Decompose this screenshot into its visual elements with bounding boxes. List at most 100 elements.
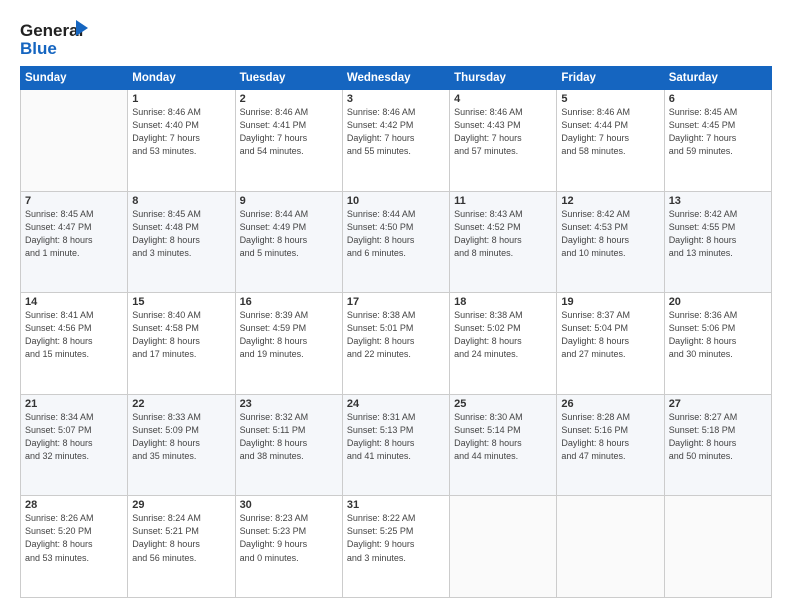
calendar-table: SundayMondayTuesdayWednesdayThursdayFrid…: [20, 66, 772, 598]
day-number: 31: [347, 499, 445, 511]
calendar-cell: 5Sunrise: 8:46 AM Sunset: 4:44 PM Daylig…: [557, 90, 664, 192]
day-number: 15: [132, 296, 230, 308]
day-info: Sunrise: 8:24 AM Sunset: 5:21 PM Dayligh…: [132, 512, 230, 564]
day-info: Sunrise: 8:39 AM Sunset: 4:59 PM Dayligh…: [240, 309, 338, 361]
day-info: Sunrise: 8:46 AM Sunset: 4:42 PM Dayligh…: [347, 106, 445, 158]
day-number: 4: [454, 93, 552, 105]
day-number: 1: [132, 93, 230, 105]
day-info: Sunrise: 8:22 AM Sunset: 5:25 PM Dayligh…: [347, 512, 445, 564]
calendar-cell: 25Sunrise: 8:30 AM Sunset: 5:14 PM Dayli…: [450, 394, 557, 496]
col-header-monday: Monday: [128, 67, 235, 90]
calendar-week-row: 7Sunrise: 8:45 AM Sunset: 4:47 PM Daylig…: [21, 191, 772, 293]
day-number: 22: [132, 398, 230, 410]
day-info: Sunrise: 8:27 AM Sunset: 5:18 PM Dayligh…: [669, 411, 767, 463]
day-info: Sunrise: 8:41 AM Sunset: 4:56 PM Dayligh…: [25, 309, 123, 361]
day-number: 9: [240, 195, 338, 207]
day-info: Sunrise: 8:42 AM Sunset: 4:55 PM Dayligh…: [669, 208, 767, 260]
calendar-cell: [21, 90, 128, 192]
day-info: Sunrise: 8:30 AM Sunset: 5:14 PM Dayligh…: [454, 411, 552, 463]
day-info: Sunrise: 8:46 AM Sunset: 4:41 PM Dayligh…: [240, 106, 338, 158]
calendar-cell: 21Sunrise: 8:34 AM Sunset: 5:07 PM Dayli…: [21, 394, 128, 496]
calendar-cell: 11Sunrise: 8:43 AM Sunset: 4:52 PM Dayli…: [450, 191, 557, 293]
calendar-cell: 8Sunrise: 8:45 AM Sunset: 4:48 PM Daylig…: [128, 191, 235, 293]
day-info: Sunrise: 8:46 AM Sunset: 4:43 PM Dayligh…: [454, 106, 552, 158]
col-header-tuesday: Tuesday: [235, 67, 342, 90]
day-number: 8: [132, 195, 230, 207]
calendar-week-row: 21Sunrise: 8:34 AM Sunset: 5:07 PM Dayli…: [21, 394, 772, 496]
day-number: 10: [347, 195, 445, 207]
day-number: 20: [669, 296, 767, 308]
calendar-cell: 29Sunrise: 8:24 AM Sunset: 5:21 PM Dayli…: [128, 496, 235, 598]
day-info: Sunrise: 8:44 AM Sunset: 4:49 PM Dayligh…: [240, 208, 338, 260]
calendar-cell: 28Sunrise: 8:26 AM Sunset: 5:20 PM Dayli…: [21, 496, 128, 598]
calendar-week-row: 1Sunrise: 8:46 AM Sunset: 4:40 PM Daylig…: [21, 90, 772, 192]
calendar-cell: 22Sunrise: 8:33 AM Sunset: 5:09 PM Dayli…: [128, 394, 235, 496]
col-header-friday: Friday: [557, 67, 664, 90]
day-number: 19: [561, 296, 659, 308]
calendar-cell: 12Sunrise: 8:42 AM Sunset: 4:53 PM Dayli…: [557, 191, 664, 293]
svg-text:General: General: [20, 21, 83, 40]
day-info: Sunrise: 8:38 AM Sunset: 5:01 PM Dayligh…: [347, 309, 445, 361]
day-number: 7: [25, 195, 123, 207]
calendar-cell: 20Sunrise: 8:36 AM Sunset: 5:06 PM Dayli…: [664, 293, 771, 395]
day-info: Sunrise: 8:42 AM Sunset: 4:53 PM Dayligh…: [561, 208, 659, 260]
day-info: Sunrise: 8:31 AM Sunset: 5:13 PM Dayligh…: [347, 411, 445, 463]
calendar-cell: 6Sunrise: 8:45 AM Sunset: 4:45 PM Daylig…: [664, 90, 771, 192]
day-info: Sunrise: 8:46 AM Sunset: 4:44 PM Dayligh…: [561, 106, 659, 158]
header: GeneralBlue: [20, 18, 772, 58]
day-info: Sunrise: 8:38 AM Sunset: 5:02 PM Dayligh…: [454, 309, 552, 361]
day-info: Sunrise: 8:34 AM Sunset: 5:07 PM Dayligh…: [25, 411, 123, 463]
day-number: 28: [25, 499, 123, 511]
day-info: Sunrise: 8:33 AM Sunset: 5:09 PM Dayligh…: [132, 411, 230, 463]
calendar-cell: 2Sunrise: 8:46 AM Sunset: 4:41 PM Daylig…: [235, 90, 342, 192]
day-number: 17: [347, 296, 445, 308]
day-info: Sunrise: 8:28 AM Sunset: 5:16 PM Dayligh…: [561, 411, 659, 463]
day-info: Sunrise: 8:40 AM Sunset: 4:58 PM Dayligh…: [132, 309, 230, 361]
day-info: Sunrise: 8:23 AM Sunset: 5:23 PM Dayligh…: [240, 512, 338, 564]
col-header-sunday: Sunday: [21, 67, 128, 90]
calendar-cell: 24Sunrise: 8:31 AM Sunset: 5:13 PM Dayli…: [342, 394, 449, 496]
calendar-cell: 14Sunrise: 8:41 AM Sunset: 4:56 PM Dayli…: [21, 293, 128, 395]
day-number: 5: [561, 93, 659, 105]
day-number: 6: [669, 93, 767, 105]
calendar-cell: 9Sunrise: 8:44 AM Sunset: 4:49 PM Daylig…: [235, 191, 342, 293]
day-number: 29: [132, 499, 230, 511]
day-info: Sunrise: 8:46 AM Sunset: 4:40 PM Dayligh…: [132, 106, 230, 158]
calendar-week-row: 14Sunrise: 8:41 AM Sunset: 4:56 PM Dayli…: [21, 293, 772, 395]
day-number: 11: [454, 195, 552, 207]
day-number: 3: [347, 93, 445, 105]
day-number: 30: [240, 499, 338, 511]
day-number: 24: [347, 398, 445, 410]
logo-svg: GeneralBlue: [20, 18, 90, 58]
calendar-cell: 31Sunrise: 8:22 AM Sunset: 5:25 PM Dayli…: [342, 496, 449, 598]
day-info: Sunrise: 8:32 AM Sunset: 5:11 PM Dayligh…: [240, 411, 338, 463]
calendar-cell: [557, 496, 664, 598]
calendar-cell: 26Sunrise: 8:28 AM Sunset: 5:16 PM Dayli…: [557, 394, 664, 496]
day-info: Sunrise: 8:45 AM Sunset: 4:48 PM Dayligh…: [132, 208, 230, 260]
calendar-week-row: 28Sunrise: 8:26 AM Sunset: 5:20 PM Dayli…: [21, 496, 772, 598]
calendar-cell: 16Sunrise: 8:39 AM Sunset: 4:59 PM Dayli…: [235, 293, 342, 395]
calendar-header-row: SundayMondayTuesdayWednesdayThursdayFrid…: [21, 67, 772, 90]
day-number: 12: [561, 195, 659, 207]
day-info: Sunrise: 8:45 AM Sunset: 4:47 PM Dayligh…: [25, 208, 123, 260]
calendar-cell: 18Sunrise: 8:38 AM Sunset: 5:02 PM Dayli…: [450, 293, 557, 395]
day-info: Sunrise: 8:43 AM Sunset: 4:52 PM Dayligh…: [454, 208, 552, 260]
calendar-cell: 10Sunrise: 8:44 AM Sunset: 4:50 PM Dayli…: [342, 191, 449, 293]
calendar-cell: [664, 496, 771, 598]
svg-text:Blue: Blue: [20, 39, 57, 58]
calendar-cell: 1Sunrise: 8:46 AM Sunset: 4:40 PM Daylig…: [128, 90, 235, 192]
day-number: 18: [454, 296, 552, 308]
day-number: 21: [25, 398, 123, 410]
calendar-cell: 13Sunrise: 8:42 AM Sunset: 4:55 PM Dayli…: [664, 191, 771, 293]
day-info: Sunrise: 8:45 AM Sunset: 4:45 PM Dayligh…: [669, 106, 767, 158]
day-info: Sunrise: 8:26 AM Sunset: 5:20 PM Dayligh…: [25, 512, 123, 564]
col-header-thursday: Thursday: [450, 67, 557, 90]
col-header-wednesday: Wednesday: [342, 67, 449, 90]
day-number: 14: [25, 296, 123, 308]
calendar-cell: 27Sunrise: 8:27 AM Sunset: 5:18 PM Dayli…: [664, 394, 771, 496]
day-info: Sunrise: 8:36 AM Sunset: 5:06 PM Dayligh…: [669, 309, 767, 361]
day-info: Sunrise: 8:37 AM Sunset: 5:04 PM Dayligh…: [561, 309, 659, 361]
calendar-cell: 23Sunrise: 8:32 AM Sunset: 5:11 PM Dayli…: [235, 394, 342, 496]
logo: GeneralBlue: [20, 18, 90, 58]
day-number: 25: [454, 398, 552, 410]
